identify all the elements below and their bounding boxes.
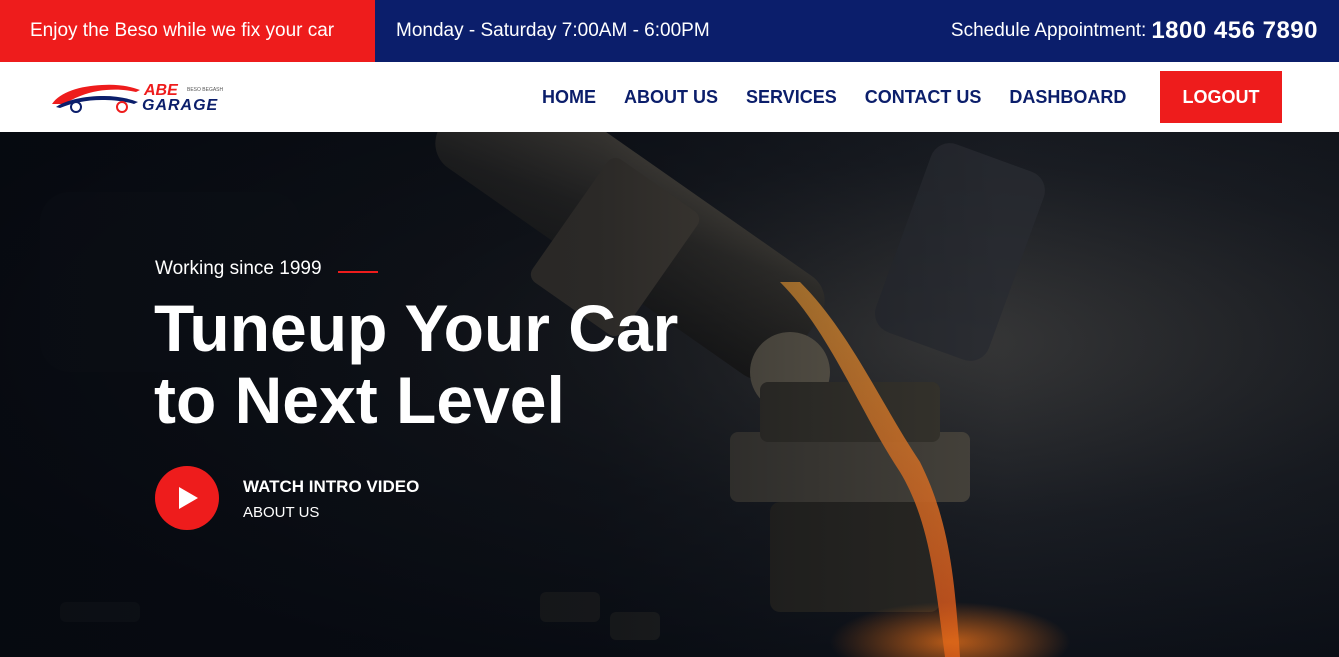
- nav-services[interactable]: SERVICES: [746, 87, 837, 108]
- top-info-bar: Enjoy the Beso while we fix your car Mon…: [0, 0, 1339, 62]
- video-subtitle: ABOUT US: [243, 504, 320, 521]
- phone-number[interactable]: 1800 456 7890: [1151, 17, 1318, 45]
- promo-text: Enjoy the Beso while we fix your car: [0, 0, 375, 62]
- primary-nav: HOME ABOUT US SERVICES CONTACT US DASHBO…: [542, 62, 1126, 132]
- hero-headline: Tuneup Your Car to Next Level: [154, 292, 774, 436]
- car-icon: [52, 84, 140, 113]
- schedule-appointment: Schedule Appointment: 1800 456 7890: [951, 0, 1318, 62]
- hero-kicker-text: Working since 1999: [155, 258, 322, 279]
- kicker-accent-line: [337, 271, 378, 273]
- logo-tagline: BESO BEGASH: [187, 87, 224, 93]
- logo-text-garage: GARAGE: [142, 97, 219, 114]
- hero-kicker: Working since 1999: [155, 258, 378, 280]
- logout-button[interactable]: LOGOUT: [1160, 71, 1282, 123]
- play-video-button[interactable]: [155, 466, 219, 530]
- nav-home[interactable]: HOME: [542, 87, 596, 108]
- business-hours: Monday - Saturday 7:00AM - 6:00PM: [396, 20, 710, 41]
- hero-section: Working since 1999 Tuneup Your Car to Ne…: [0, 132, 1339, 657]
- nav-dashboard[interactable]: DASHBOARD: [1009, 87, 1126, 108]
- hero-headline-line-2: to Next Level: [154, 363, 565, 437]
- site-logo[interactable]: ABE BESO BEGASH GARAGE: [50, 78, 225, 118]
- main-navbar: ABE BESO BEGASH GARAGE HOME ABOUT US SER…: [0, 62, 1339, 132]
- hero-headline-line-1: Tuneup Your Car: [154, 291, 679, 365]
- nav-about-us[interactable]: ABOUT US: [624, 87, 718, 108]
- nav-contact-us[interactable]: CONTACT US: [865, 87, 982, 108]
- play-icon: [179, 487, 198, 509]
- watch-intro-video-link[interactable]: WATCH INTRO VIDEO: [243, 477, 419, 497]
- schedule-label: Schedule Appointment:: [950, 20, 1147, 41]
